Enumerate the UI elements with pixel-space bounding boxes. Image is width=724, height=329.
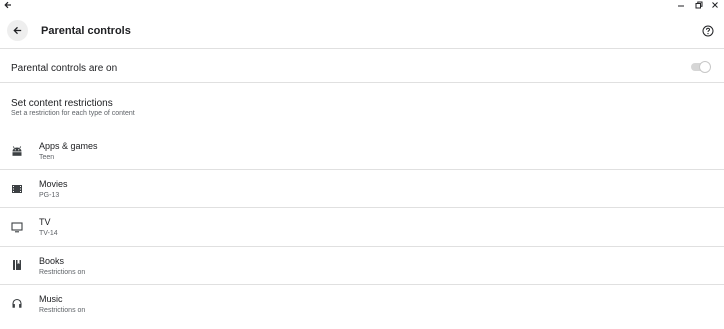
window-caption-bar: [0, 0, 724, 12]
section-subtitle: Set a restriction for each type of conte…: [11, 110, 135, 117]
movie-icon: [12, 185, 22, 193]
row-divider: [0, 246, 724, 247]
restriction-title: TV: [39, 217, 51, 227]
restriction-item-tv[interactable]: TV TV-14: [0, 209, 724, 247]
parental-controls-toggle-row[interactable]: Parental controls are on: [0, 49, 724, 82]
arrow-left-icon: [13, 26, 22, 35]
android-icon: [12, 146, 22, 156]
switch-thumb: [699, 61, 711, 73]
minimize-icon[interactable]: [676, 0, 686, 10]
restriction-value: TV-14: [39, 230, 58, 237]
page-title: Parental controls: [41, 25, 131, 37]
row-divider: [0, 207, 724, 208]
restriction-value: Restrictions on: [39, 307, 86, 314]
restriction-item-music[interactable]: Music Restrictions on: [0, 286, 724, 324]
restriction-title: Books: [39, 256, 65, 266]
toggle-label: Parental controls are on: [11, 63, 118, 74]
restriction-value: Teen: [39, 154, 55, 161]
restriction-title: Apps & games: [39, 141, 98, 151]
restriction-value: PG-13: [39, 192, 60, 199]
back-button[interactable]: [7, 20, 28, 41]
toggle-divider: [0, 82, 724, 83]
tv-icon: [11, 222, 23, 233]
restriction-title: Music: [39, 294, 63, 304]
row-divider: [0, 169, 724, 170]
app-header: Parental controls: [0, 12, 724, 48]
row-divider: [0, 284, 724, 285]
parental-controls-window: Parental controls Parental controls are …: [0, 0, 724, 329]
book-icon: [13, 260, 21, 270]
restriction-value: Restrictions on: [39, 269, 86, 276]
restriction-item-apps-games[interactable]: Apps & games Teen: [0, 132, 724, 170]
help-circle-icon[interactable]: [702, 25, 714, 37]
close-icon[interactable]: [710, 0, 720, 10]
section-title: Set content restrictions: [11, 98, 113, 109]
restriction-item-movies[interactable]: Movies PG-13: [0, 171, 724, 209]
parental-controls-switch[interactable]: [691, 61, 711, 73]
caption-back-icon[interactable]: [3, 0, 13, 10]
headphones-icon: [12, 298, 22, 308]
restore-icon[interactable]: [694, 0, 704, 10]
restriction-title: Movies: [39, 179, 68, 189]
restriction-item-books[interactable]: Books Restrictions on: [0, 248, 724, 286]
